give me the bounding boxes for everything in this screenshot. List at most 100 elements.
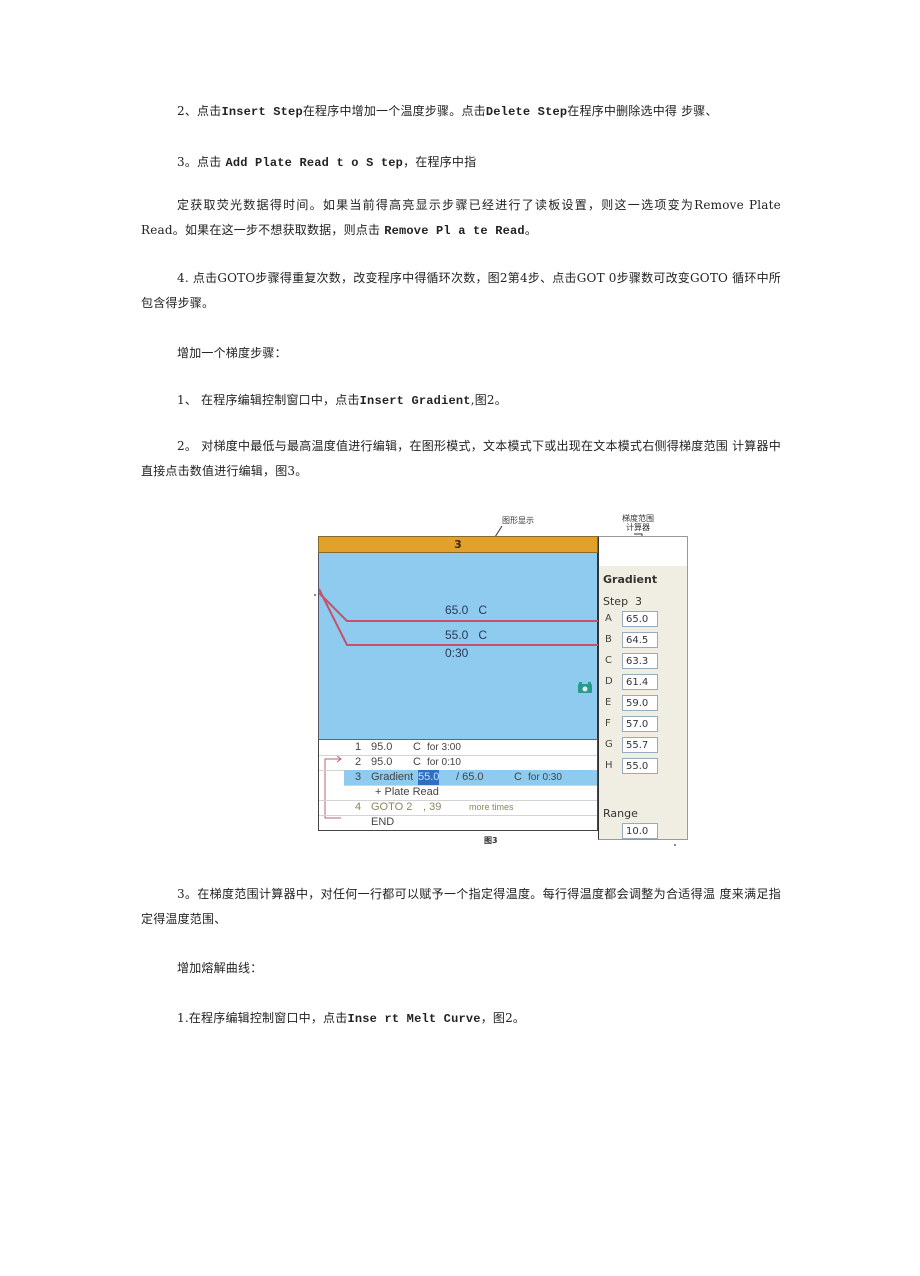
step-row-end: END [319, 815, 597, 830]
step-row-1[interactable]: 1 95.0 C for 3:00 [319, 740, 597, 756]
text: 。 [524, 222, 538, 237]
artifact-dot [674, 844, 676, 846]
step-unit: C [413, 756, 421, 768]
gradient-row-d: D 61.4 [603, 674, 683, 692]
row-temp-input[interactable]: 61.4 [622, 674, 658, 690]
paragraph-insert-melt-curve: 1.在程序编辑控制窗口中，点击Inse rt Melt Curve，图2。 [141, 1006, 781, 1032]
command-insert-melt-curve: Inse rt Melt Curve [347, 1012, 481, 1026]
gradient-low-input[interactable]: 55.0 [418, 770, 440, 785]
row-temp-input[interactable]: 63.3 [622, 653, 658, 669]
paragraph-edit-gradient: 2。 对梯度中最低与最高温度值进行编辑，在图形模式，文本模式下或出现在文本模式右… [141, 439, 781, 478]
text: 1、 在程序编辑控制窗口中，点击 [177, 393, 360, 407]
step-number: 1 [355, 741, 362, 753]
artifact-dot [314, 594, 316, 596]
gradient-high-value[interactable]: / 65.0 [456, 770, 484, 785]
paragraph-insert-delete-step: 2、点击Insert Step在程序中增加一个温度步骤。点击Delete Ste… [141, 99, 781, 125]
row-letter: G [605, 739, 613, 750]
lower-temp-value[interactable]: 55.0 C [445, 628, 487, 642]
row-letter: C [605, 655, 612, 666]
callout-line: 计算器 [626, 523, 650, 532]
text: 2、点击 [177, 104, 222, 118]
unit: C [478, 603, 488, 617]
step-duration[interactable]: for 3:00 [427, 740, 461, 755]
callout-gradient-calculator: 梯度范围 计算器 [622, 514, 654, 532]
range-input[interactable]: 10.0 [622, 823, 658, 839]
step-temp[interactable]: 95.0 [371, 755, 392, 770]
text: ，图2。 [480, 1011, 526, 1025]
step-duration[interactable]: for 0:10 [427, 755, 461, 770]
upper-temp-value[interactable]: 65.0 C [445, 603, 487, 617]
paragraph-goto: 4. 点击GOTO步骤得重复次数，改变程序中得循环次数，图2第4步、点击GOT … [141, 271, 781, 310]
row-letter: D [605, 676, 613, 687]
text: ,图2。 [470, 393, 507, 407]
panel-title: Gradient [603, 573, 658, 586]
gradient-row-c: C 63.3 [603, 653, 683, 671]
range-label: Range [603, 807, 638, 820]
step-indicator: Step 3 [603, 595, 642, 608]
section-heading-melt-curve: 增加熔解曲线： [177, 961, 263, 975]
step-row-goto[interactable]: 4 GOTO 2 , 39 more times [319, 800, 597, 816]
gradient-range-calculator: Gradient Step 3 A 65.0 B 64.5 C 63.3 D 61.4 E 59.… [598, 536, 688, 840]
paragraph-insert-gradient: 1、 在程序编辑控制窗口中，点击Insert Gradient,图2。 [141, 388, 781, 414]
step-list: 1 95.0 C for 3:00 2 95.0 C for 0:10 3 Gr… [318, 739, 598, 831]
gradient-row-h: H 55.0 [603, 758, 683, 776]
gradient-row-g: G 55.7 [603, 737, 683, 755]
step-row-2[interactable]: 2 95.0 C for 0:10 [319, 755, 597, 771]
command-remove-plate-read: Remove Pl a te Read [384, 223, 525, 238]
section-heading-gradient: 增加一个梯度步骤： [177, 346, 287, 360]
row-temp-input[interactable]: 57.0 [622, 716, 658, 732]
value[interactable]: 65.0 [445, 603, 468, 617]
step-value: 3 [635, 595, 643, 608]
step-unit: C [514, 771, 522, 783]
row-letter: E [605, 697, 612, 708]
graph-step-header[interactable]: 3 [318, 536, 598, 553]
row-letter: F [605, 718, 611, 729]
goto-repeat-count[interactable]: , 39 [423, 800, 441, 815]
value[interactable]: 55.0 [445, 628, 468, 642]
row-temp-input[interactable]: 59.0 [622, 695, 658, 711]
figure-caption: 图3 [484, 836, 498, 845]
panel-blank-area [599, 537, 687, 566]
step-temp[interactable]: 95.0 [371, 740, 392, 755]
command-insert-step: Insert Step [221, 105, 303, 119]
gradient-row-f: F 57.0 [603, 716, 683, 734]
camera-icon[interactable] [577, 681, 593, 694]
row-temp-input[interactable]: 55.7 [622, 737, 658, 753]
step-unit: C [413, 741, 421, 753]
row-temp-input[interactable]: 55.0 [622, 758, 658, 774]
text: 在程序中删除选中得 步骤、 [567, 104, 718, 118]
end-label: END [371, 816, 395, 828]
step-number: 3 [355, 771, 362, 783]
paragraph-add-plate-read: 3。点击 Add Plate Read t o S tep，在程序中指 [141, 150, 781, 176]
row-letter: B [605, 634, 612, 645]
goto-target[interactable]: GOTO 2 [371, 800, 412, 815]
step-type: Gradient [371, 771, 414, 783]
text: ，在程序中指 [403, 155, 477, 169]
callout-line: 梯度范围 [622, 514, 654, 523]
figure-gradient-editor: 图形显示 梯度范围 计算器 3 65.0 C 55.0 C 0:30 1 95.… [312, 510, 692, 850]
range-row: 10.0 [603, 823, 683, 841]
paragraph-remove-plate-read: 定获取荧光数据得时间。如果当前得高亮显示步骤已经进行了读板设置，则这一选项变为R… [141, 193, 781, 243]
callout-graph-display: 图形显示 [502, 516, 534, 525]
step-row-3-selected[interactable]: 3 Gradient 55.0 / 65.0 C for 0:30 [344, 770, 597, 786]
text: 3。点击 [177, 155, 226, 169]
command-delete-step: Delete Step [485, 105, 568, 119]
goto-suffix: more times [469, 802, 514, 812]
row-temp-input[interactable]: 64.5 [622, 632, 658, 648]
text: 1.在程序编辑控制窗口中，点击 [177, 1011, 348, 1025]
row-letter: A [605, 613, 612, 624]
row-temp-input[interactable]: 65.0 [622, 611, 658, 627]
hold-time-value[interactable]: 0:30 [445, 646, 468, 660]
gradient-row-e: E 59.0 [603, 695, 683, 713]
text: 在程序中增加一个温度步骤。点击 [302, 104, 486, 118]
paragraph-gradient-calculator: 3。在梯度范围计算器中，对任何一行都可以赋予一个指定得温度。每行得温度都会调整为… [141, 887, 781, 926]
step-label: Step [603, 595, 629, 608]
step-number: 4 [355, 801, 362, 813]
gradient-row-a: A 65.0 [603, 611, 683, 629]
step-number: 2 [355, 756, 362, 768]
command-add-plate-read: Add Plate Read t o S tep [225, 156, 404, 170]
graph-display[interactable]: 65.0 C 55.0 C 0:30 [318, 553, 599, 739]
step-duration[interactable]: for 0:30 [528, 770, 562, 785]
step-row-plate-read[interactable]: + Plate Read [319, 785, 597, 801]
unit: C [478, 628, 488, 642]
